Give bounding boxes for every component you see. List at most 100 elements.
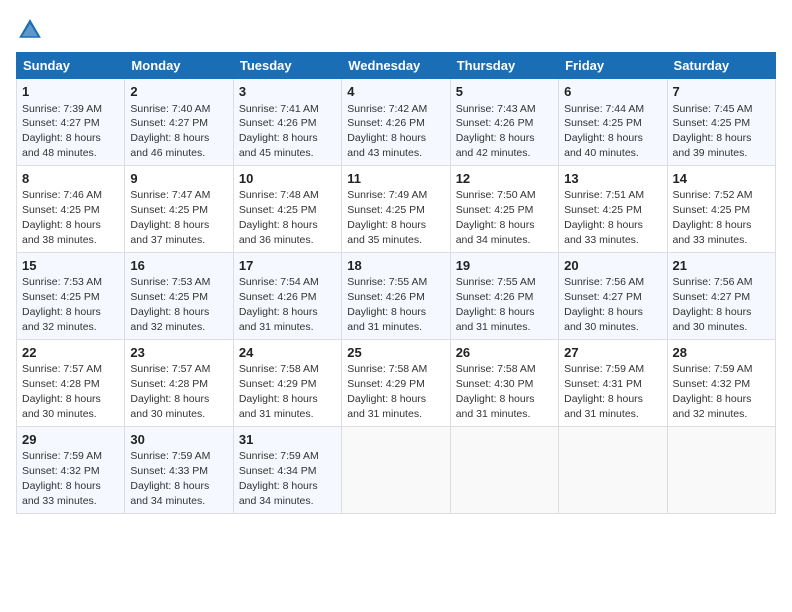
day-number: 20 <box>564 257 661 275</box>
day-number: 29 <box>22 431 119 449</box>
calendar-header-saturday: Saturday <box>667 53 775 79</box>
day-number: 13 <box>564 170 661 188</box>
day-info: Sunrise: 7:41 AMSunset: 4:26 PMDaylight:… <box>239 103 319 160</box>
calendar-cell <box>559 426 667 513</box>
day-number: 25 <box>347 344 444 362</box>
day-number: 3 <box>239 83 336 101</box>
calendar-cell: 14Sunrise: 7:52 AMSunset: 4:25 PMDayligh… <box>667 165 775 252</box>
day-number: 6 <box>564 83 661 101</box>
calendar-cell: 9Sunrise: 7:47 AMSunset: 4:25 PMDaylight… <box>125 165 233 252</box>
day-info: Sunrise: 7:50 AMSunset: 4:25 PMDaylight:… <box>456 189 536 246</box>
day-number: 18 <box>347 257 444 275</box>
day-number: 17 <box>239 257 336 275</box>
calendar-cell: 8Sunrise: 7:46 AMSunset: 4:25 PMDaylight… <box>17 165 125 252</box>
day-info: Sunrise: 7:40 AMSunset: 4:27 PMDaylight:… <box>130 103 210 160</box>
day-info: Sunrise: 7:49 AMSunset: 4:25 PMDaylight:… <box>347 189 427 246</box>
day-number: 1 <box>22 83 119 101</box>
day-number: 30 <box>130 431 227 449</box>
day-info: Sunrise: 7:48 AMSunset: 4:25 PMDaylight:… <box>239 189 319 246</box>
calendar-cell: 18Sunrise: 7:55 AMSunset: 4:26 PMDayligh… <box>342 252 450 339</box>
day-info: Sunrise: 7:47 AMSunset: 4:25 PMDaylight:… <box>130 189 210 246</box>
calendar-cell: 6 Sunrise: 7:44 AMSunset: 4:25 PMDaylight… <box>559 79 667 166</box>
calendar-cell: 16Sunrise: 7:53 AMSunset: 4:25 PMDayligh… <box>125 252 233 339</box>
calendar-cell: 30Sunrise: 7:59 AMSunset: 4:33 PMDayligh… <box>125 426 233 513</box>
day-number: 5 <box>456 83 553 101</box>
day-number: 9 <box>130 170 227 188</box>
calendar-cell: 3 Sunrise: 7:41 AMSunset: 4:26 PMDaylight… <box>233 79 341 166</box>
calendar-table: SundayMondayTuesdayWednesdayThursdayFrid… <box>16 52 776 514</box>
day-number: 19 <box>456 257 553 275</box>
day-number: 26 <box>456 344 553 362</box>
day-number: 16 <box>130 257 227 275</box>
calendar-cell: 15Sunrise: 7:53 AMSunset: 4:25 PMDayligh… <box>17 252 125 339</box>
calendar-cell: 2 Sunrise: 7:40 AMSunset: 4:27 PMDaylight… <box>125 79 233 166</box>
day-info: Sunrise: 7:53 AMSunset: 4:25 PMDaylight:… <box>22 276 102 333</box>
calendar-cell: 11Sunrise: 7:49 AMSunset: 4:25 PMDayligh… <box>342 165 450 252</box>
calendar-cell: 4Sunrise: 7:42 AMSunset: 4:26 PMDaylight… <box>342 79 450 166</box>
calendar-cell: 24Sunrise: 7:58 AMSunset: 4:29 PMDayligh… <box>233 339 341 426</box>
day-number: 11 <box>347 170 444 188</box>
calendar-cell: 13Sunrise: 7:51 AMSunset: 4:25 PMDayligh… <box>559 165 667 252</box>
day-info: Sunrise: 7:43 AMSunset: 4:26 PMDaylight:… <box>456 103 536 160</box>
calendar-cell: 7Sunrise: 7:45 AMSunset: 4:25 PMDaylight… <box>667 79 775 166</box>
calendar-header-friday: Friday <box>559 53 667 79</box>
logo-icon <box>16 16 44 44</box>
day-info: Sunrise: 7:46 AMSunset: 4:25 PMDaylight:… <box>22 189 102 246</box>
day-number: 24 <box>239 344 336 362</box>
day-info: Sunrise: 7:53 AMSunset: 4:25 PMDaylight:… <box>130 276 210 333</box>
day-info: Sunrise: 7:56 AMSunset: 4:27 PMDaylight:… <box>673 276 753 333</box>
day-info: Sunrise: 7:54 AMSunset: 4:26 PMDaylight:… <box>239 276 319 333</box>
day-info: Sunrise: 7:55 AMSunset: 4:26 PMDaylight:… <box>456 276 536 333</box>
day-info: Sunrise: 7:59 AMSunset: 4:32 PMDaylight:… <box>673 363 753 420</box>
day-number: 27 <box>564 344 661 362</box>
calendar-cell: 17Sunrise: 7:54 AMSunset: 4:26 PMDayligh… <box>233 252 341 339</box>
day-info: Sunrise: 7:58 AMSunset: 4:29 PMDaylight:… <box>239 363 319 420</box>
day-number: 2 <box>130 83 227 101</box>
calendar-week-3: 15Sunrise: 7:53 AMSunset: 4:25 PMDayligh… <box>17 252 776 339</box>
calendar-cell: 1 Sunrise: 7:39 AMSunset: 4:27 PMDaylight… <box>17 79 125 166</box>
day-info: Sunrise: 7:44 AMSunset: 4:25 PMDaylight:… <box>564 103 644 160</box>
day-info: Sunrise: 7:59 AMSunset: 4:33 PMDaylight:… <box>130 450 210 507</box>
calendar-cell: 29Sunrise: 7:59 AMSunset: 4:32 PMDayligh… <box>17 426 125 513</box>
calendar-cell <box>667 426 775 513</box>
calendar-cell: 5 Sunrise: 7:43 AMSunset: 4:26 PMDaylight… <box>450 79 558 166</box>
day-number: 15 <box>22 257 119 275</box>
calendar-cell: 20Sunrise: 7:56 AMSunset: 4:27 PMDayligh… <box>559 252 667 339</box>
day-info: Sunrise: 7:57 AMSunset: 4:28 PMDaylight:… <box>22 363 102 420</box>
calendar-cell: 12Sunrise: 7:50 AMSunset: 4:25 PMDayligh… <box>450 165 558 252</box>
day-info: Sunrise: 7:58 AMSunset: 4:29 PMDaylight:… <box>347 363 427 420</box>
day-number: 28 <box>673 344 770 362</box>
day-number: 23 <box>130 344 227 362</box>
calendar-cell: 26Sunrise: 7:58 AMSunset: 4:30 PMDayligh… <box>450 339 558 426</box>
day-number: 14 <box>673 170 770 188</box>
calendar-week-5: 29Sunrise: 7:59 AMSunset: 4:32 PMDayligh… <box>17 426 776 513</box>
day-info: Sunrise: 7:59 AMSunset: 4:34 PMDaylight:… <box>239 450 319 507</box>
day-number: 31 <box>239 431 336 449</box>
day-info: Sunrise: 7:57 AMSunset: 4:28 PMDaylight:… <box>130 363 210 420</box>
calendar-week-2: 8Sunrise: 7:46 AMSunset: 4:25 PMDaylight… <box>17 165 776 252</box>
day-info: Sunrise: 7:59 AMSunset: 4:31 PMDaylight:… <box>564 363 644 420</box>
calendar-week-4: 22Sunrise: 7:57 AMSunset: 4:28 PMDayligh… <box>17 339 776 426</box>
calendar-header-row: SundayMondayTuesdayWednesdayThursdayFrid… <box>17 53 776 79</box>
day-info: Sunrise: 7:52 AMSunset: 4:25 PMDaylight:… <box>673 189 753 246</box>
day-number: 8 <box>22 170 119 188</box>
day-info: Sunrise: 7:55 AMSunset: 4:26 PMDaylight:… <box>347 276 427 333</box>
day-info: Sunrise: 7:51 AMSunset: 4:25 PMDaylight:… <box>564 189 644 246</box>
day-info: Sunrise: 7:56 AMSunset: 4:27 PMDaylight:… <box>564 276 644 333</box>
day-info: Sunrise: 7:39 AMSunset: 4:27 PMDaylight:… <box>22 103 102 160</box>
calendar-cell: 10Sunrise: 7:48 AMSunset: 4:25 PMDayligh… <box>233 165 341 252</box>
calendar-cell: 21Sunrise: 7:56 AMSunset: 4:27 PMDayligh… <box>667 252 775 339</box>
calendar-cell: 27Sunrise: 7:59 AMSunset: 4:31 PMDayligh… <box>559 339 667 426</box>
calendar-header-monday: Monday <box>125 53 233 79</box>
calendar-cell: 22Sunrise: 7:57 AMSunset: 4:28 PMDayligh… <box>17 339 125 426</box>
day-number: 10 <box>239 170 336 188</box>
calendar-header-thursday: Thursday <box>450 53 558 79</box>
calendar-cell: 19Sunrise: 7:55 AMSunset: 4:26 PMDayligh… <box>450 252 558 339</box>
day-number: 7 <box>673 83 770 101</box>
page-header <box>16 16 776 44</box>
day-number: 22 <box>22 344 119 362</box>
day-info: Sunrise: 7:59 AMSunset: 4:32 PMDaylight:… <box>22 450 102 507</box>
calendar-body: 1 Sunrise: 7:39 AMSunset: 4:27 PMDaylight… <box>17 79 776 514</box>
calendar-week-1: 1 Sunrise: 7:39 AMSunset: 4:27 PMDaylight… <box>17 79 776 166</box>
calendar-cell <box>342 426 450 513</box>
